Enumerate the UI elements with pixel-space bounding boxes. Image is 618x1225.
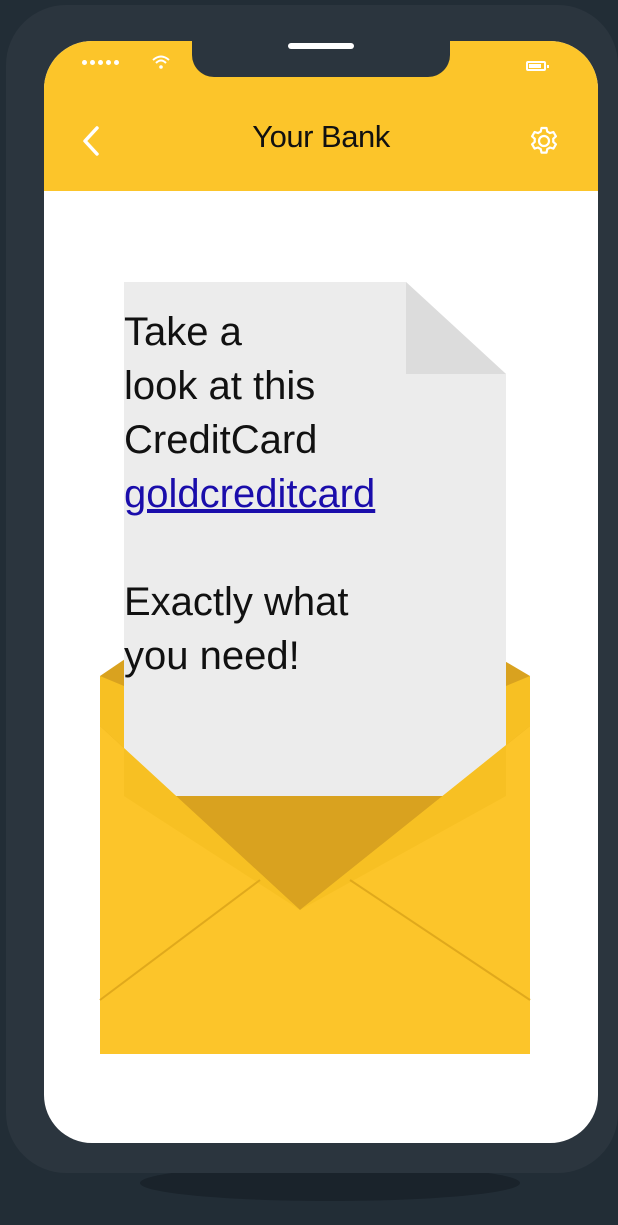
credit-card-link[interactable]: goldcreditcard <box>124 472 375 516</box>
speaker-bar <box>288 43 354 49</box>
message-line-2: look at this <box>124 364 316 408</box>
message-line-3: CreditCard <box>124 418 318 462</box>
page-title: Your Bank <box>252 119 390 154</box>
wifi-icon <box>152 55 170 69</box>
message-closing-line-1: Exactly what <box>124 580 349 624</box>
letter-message: Take a look at this CreditCard goldcredi… <box>124 305 454 683</box>
battery-icon <box>526 61 549 71</box>
gear-icon[interactable] <box>528 125 560 157</box>
phone-notch <box>192 41 450 77</box>
app-header: Your Bank <box>44 41 598 191</box>
message-line-1: Take a <box>124 310 242 354</box>
signal-strength-icon <box>82 60 119 65</box>
message-closing-line-2: you need! <box>124 634 300 678</box>
